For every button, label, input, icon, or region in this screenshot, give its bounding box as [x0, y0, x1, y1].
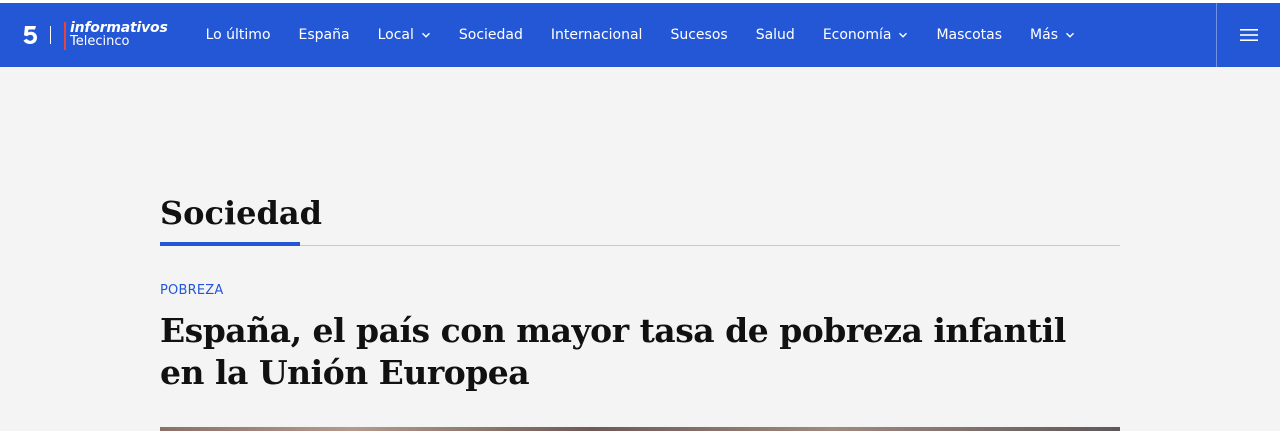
section-title-underline [160, 242, 300, 246]
hamburger-menu-button[interactable] [1216, 3, 1280, 67]
top-navigation-bar: informativos Telecinco Lo último España … [0, 0, 1280, 67]
nav-item-label: Sucesos [670, 27, 728, 43]
nav-item-label: Mascotas [936, 27, 1003, 43]
nav-item-mascotas[interactable]: Mascotas [922, 3, 1016, 67]
nav-item-internacional[interactable]: Internacional [537, 3, 657, 67]
telecinco-five-icon [21, 24, 39, 46]
nav-item-sucesos[interactable]: Sucesos [656, 3, 741, 67]
nav-item-mas[interactable]: Más [1016, 3, 1089, 67]
nav-item-espana[interactable]: España [285, 3, 364, 67]
section-title: Sociedad [160, 194, 322, 232]
nav-item-label: Lo último [205, 27, 271, 43]
brand-logo-link[interactable]: informativos Telecinco [21, 3, 168, 67]
nav-item-economia[interactable]: Economía [809, 3, 923, 67]
nav-item-sociedad[interactable]: Sociedad [445, 3, 537, 67]
article-kicker[interactable]: POBREZA [160, 283, 223, 298]
main-nav: Lo último España Local Sociedad Internac… [206, 3, 1089, 67]
nav-item-label: Salud [755, 27, 795, 43]
nav-item-label: Economía [822, 27, 892, 43]
article-headline[interactable]: España, el país con mayor tasa de pobrez… [160, 310, 1120, 394]
brand-name-top: informativos [70, 20, 168, 36]
chevron-down-icon [899, 32, 908, 38]
nav-item-salud[interactable]: Salud [742, 3, 809, 67]
nav-item-lo-ultimo[interactable]: Lo último [206, 3, 285, 67]
nav-item-label: Más [1030, 27, 1058, 43]
brand-separator [50, 26, 51, 44]
nav-item-label: Local [377, 27, 414, 43]
nav-item-local[interactable]: Local [364, 3, 445, 67]
brand-wordmark: informativos Telecinco [64, 20, 168, 50]
brand-name-bottom: Telecinco [70, 34, 130, 49]
chevron-down-icon [421, 32, 430, 38]
section-header: Sociedad [160, 190, 1120, 246]
nav-item-label: España [298, 27, 350, 43]
article-image[interactable] [160, 427, 1120, 431]
nav-item-label: Internacional [550, 27, 643, 43]
hamburger-menu-icon [1239, 29, 1258, 41]
chevron-down-icon [1066, 32, 1074, 38]
nav-item-label: Sociedad [458, 27, 523, 43]
